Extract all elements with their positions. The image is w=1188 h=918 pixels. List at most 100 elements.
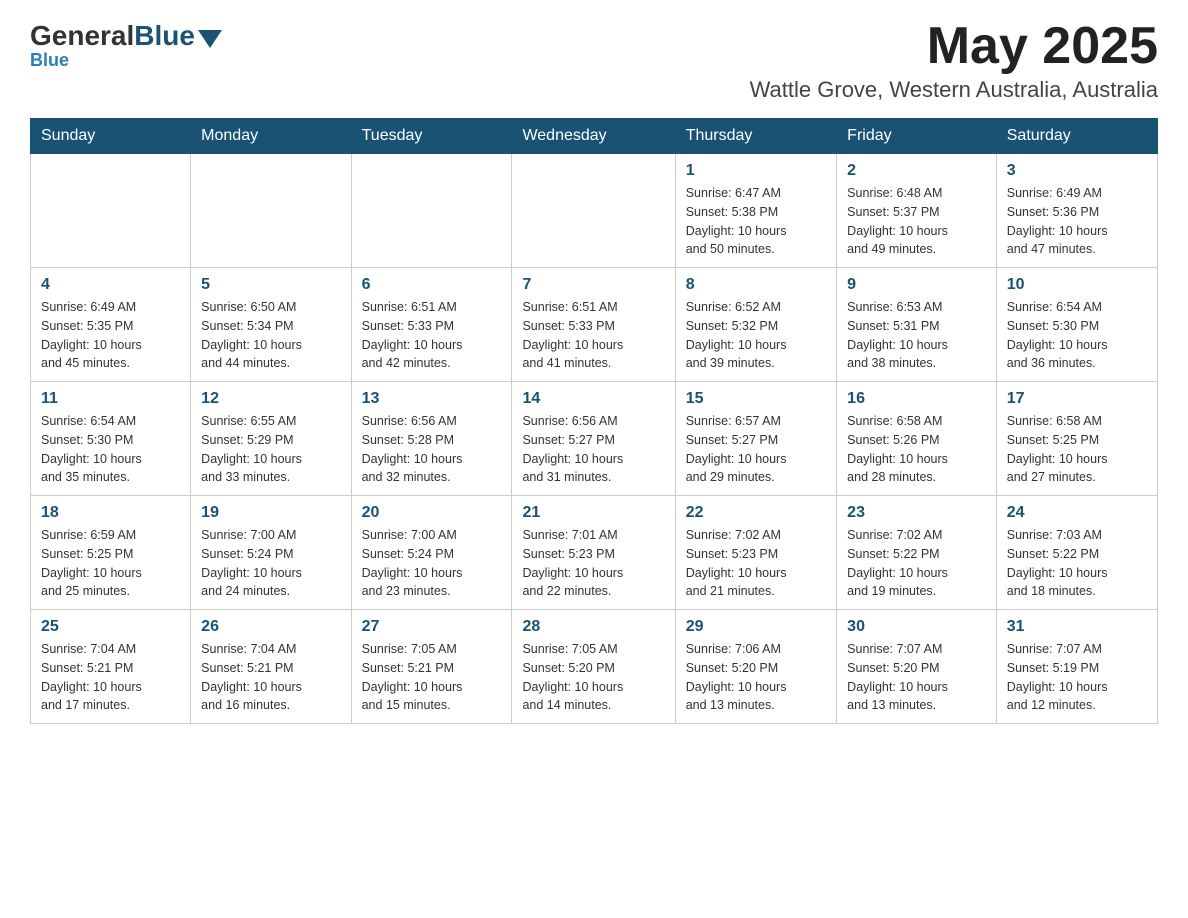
calendar-cell (512, 154, 675, 268)
calendar-cell: 4 Sunrise: 6:49 AMSunset: 5:35 PMDaylight… (31, 268, 191, 382)
day-number: 26 (201, 618, 340, 636)
day-number: 11 (41, 390, 180, 408)
day-info: Sunrise: 6:58 AMSunset: 5:26 PMDaylight:… (847, 412, 986, 487)
col-header-sunday: Sunday (31, 119, 191, 154)
calendar-cell: 9Sunrise: 6:53 AMSunset: 5:31 PMDaylight… (837, 268, 997, 382)
calendar-cell: 27 Sunrise: 7:05 AMSunset: 5:21 PMDayligh… (351, 610, 512, 724)
calendar-cell: 28 Sunrise: 7:05 AMSunset: 5:20 PMDayligh… (512, 610, 675, 724)
calendar-cell (31, 154, 191, 268)
calendar-cell: 10 Sunrise: 6:54 AMSunset: 5:30 PMDayligh… (996, 268, 1157, 382)
day-info: Sunrise: 7:02 AMSunset: 5:22 PMDaylight:… (847, 526, 986, 601)
day-info: Sunrise: 6:51 AMSunset: 5:33 PMDaylight:… (362, 298, 502, 373)
calendar-cell: 13Sunrise: 6:56 AMSunset: 5:28 PMDayligh… (351, 382, 512, 496)
logo-underline-text: Blue (30, 50, 69, 71)
calendar-cell: 2 Sunrise: 6:48 AMSunset: 5:37 PMDaylight… (837, 154, 997, 268)
day-info: Sunrise: 6:50 AMSunset: 5:34 PMDaylight:… (201, 298, 340, 373)
day-number: 28 (522, 618, 664, 636)
day-info: Sunrise: 7:00 AMSunset: 5:24 PMDaylight:… (201, 526, 340, 601)
day-number: 3 (1007, 162, 1147, 180)
page-header: General Blue Blue May 2025 Wattle Grove,… (30, 20, 1158, 103)
week-row-3: 11 Sunrise: 6:54 AMSunset: 5:30 PMDayligh… (31, 382, 1158, 496)
calendar-cell (351, 154, 512, 268)
day-number: 25 (41, 618, 180, 636)
day-number: 8 (686, 276, 826, 294)
day-number: 27 (362, 618, 502, 636)
day-info: Sunrise: 7:03 AMSunset: 5:22 PMDaylight:… (1007, 526, 1147, 601)
day-number: 6 (362, 276, 502, 294)
day-number: 20 (362, 504, 502, 522)
calendar-cell: 16 Sunrise: 6:58 AMSunset: 5:26 PMDayligh… (837, 382, 997, 496)
day-info: Sunrise: 6:54 AMSunset: 5:30 PMDaylight:… (1007, 298, 1147, 373)
calendar-cell (191, 154, 351, 268)
calendar-cell: 1Sunrise: 6:47 AMSunset: 5:38 PMDaylight… (675, 154, 836, 268)
logo: General Blue Blue (30, 20, 222, 71)
day-info: Sunrise: 6:56 AMSunset: 5:27 PMDaylight:… (522, 412, 664, 487)
day-info: Sunrise: 6:49 AMSunset: 5:36 PMDaylight:… (1007, 184, 1147, 259)
day-number: 12 (201, 390, 340, 408)
day-info: Sunrise: 7:00 AMSunset: 5:24 PMDaylight:… (362, 526, 502, 601)
calendar-cell: 15Sunrise: 6:57 AMSunset: 5:27 PMDayligh… (675, 382, 836, 496)
logo-blue-part: Blue (134, 20, 222, 52)
day-number: 7 (522, 276, 664, 294)
day-info: Sunrise: 6:51 AMSunset: 5:33 PMDaylight:… (522, 298, 664, 373)
day-info: Sunrise: 7:04 AMSunset: 5:21 PMDaylight:… (201, 640, 340, 715)
day-number: 18 (41, 504, 180, 522)
day-number: 31 (1007, 618, 1147, 636)
day-info: Sunrise: 7:05 AMSunset: 5:20 PMDaylight:… (522, 640, 664, 715)
logo-blue-text: Blue (134, 20, 195, 52)
day-number: 5 (201, 276, 340, 294)
calendar-cell: 26 Sunrise: 7:04 AMSunset: 5:21 PMDayligh… (191, 610, 351, 724)
day-number: 30 (847, 618, 986, 636)
day-info: Sunrise: 7:02 AMSunset: 5:23 PMDaylight:… (686, 526, 826, 601)
day-info: Sunrise: 7:01 AMSunset: 5:23 PMDaylight:… (522, 526, 664, 601)
day-info: Sunrise: 7:06 AMSunset: 5:20 PMDaylight:… (686, 640, 826, 715)
logo-triangle-icon (198, 30, 222, 48)
week-row-2: 4 Sunrise: 6:49 AMSunset: 5:35 PMDaylight… (31, 268, 1158, 382)
day-info: Sunrise: 6:55 AMSunset: 5:29 PMDaylight:… (201, 412, 340, 487)
day-number: 2 (847, 162, 986, 180)
calendar-cell: 5 Sunrise: 6:50 AMSunset: 5:34 PMDaylight… (191, 268, 351, 382)
calendar-cell: 6 Sunrise: 6:51 AMSunset: 5:33 PMDaylight… (351, 268, 512, 382)
day-number: 19 (201, 504, 340, 522)
week-row-1: 1Sunrise: 6:47 AMSunset: 5:38 PMDaylight… (31, 154, 1158, 268)
calendar-table: SundayMondayTuesdayWednesdayThursdayFrid… (30, 118, 1158, 724)
day-number: 23 (847, 504, 986, 522)
calendar-cell: 29Sunrise: 7:06 AMSunset: 5:20 PMDayligh… (675, 610, 836, 724)
day-info: Sunrise: 6:58 AMSunset: 5:25 PMDaylight:… (1007, 412, 1147, 487)
calendar-cell: 31Sunrise: 7:07 AMSunset: 5:19 PMDayligh… (996, 610, 1157, 724)
day-number: 17 (1007, 390, 1147, 408)
col-header-saturday: Saturday (996, 119, 1157, 154)
day-number: 24 (1007, 504, 1147, 522)
day-info: Sunrise: 6:49 AMSunset: 5:35 PMDaylight:… (41, 298, 180, 373)
calendar-cell: 17 Sunrise: 6:58 AMSunset: 5:25 PMDayligh… (996, 382, 1157, 496)
day-number: 22 (686, 504, 826, 522)
calendar-cell: 21Sunrise: 7:01 AMSunset: 5:23 PMDayligh… (512, 496, 675, 610)
calendar-cell: 24 Sunrise: 7:03 AMSunset: 5:22 PMDayligh… (996, 496, 1157, 610)
day-info: Sunrise: 7:05 AMSunset: 5:21 PMDaylight:… (362, 640, 502, 715)
day-number: 16 (847, 390, 986, 408)
day-info: Sunrise: 7:07 AMSunset: 5:20 PMDaylight:… (847, 640, 986, 715)
day-info: Sunrise: 7:04 AMSunset: 5:21 PMDaylight:… (41, 640, 180, 715)
week-row-4: 18 Sunrise: 6:59 AMSunset: 5:25 PMDayligh… (31, 496, 1158, 610)
logo-general-text: General (30, 20, 134, 52)
day-number: 10 (1007, 276, 1147, 294)
day-info: Sunrise: 6:47 AMSunset: 5:38 PMDaylight:… (686, 184, 826, 259)
day-number: 15 (686, 390, 826, 408)
day-info: Sunrise: 6:48 AMSunset: 5:37 PMDaylight:… (847, 184, 986, 259)
calendar-cell: 3 Sunrise: 6:49 AMSunset: 5:36 PMDaylight… (996, 154, 1157, 268)
week-row-5: 25 Sunrise: 7:04 AMSunset: 5:21 PMDayligh… (31, 610, 1158, 724)
day-number: 13 (362, 390, 502, 408)
calendar-cell: 8 Sunrise: 6:52 AMSunset: 5:32 PMDaylight… (675, 268, 836, 382)
col-header-monday: Monday (191, 119, 351, 154)
col-header-tuesday: Tuesday (351, 119, 512, 154)
calendar-cell: 18 Sunrise: 6:59 AMSunset: 5:25 PMDayligh… (31, 496, 191, 610)
day-info: Sunrise: 6:54 AMSunset: 5:30 PMDaylight:… (41, 412, 180, 487)
calendar-cell: 23 Sunrise: 7:02 AMSunset: 5:22 PMDayligh… (837, 496, 997, 610)
col-header-friday: Friday (837, 119, 997, 154)
location-title: Wattle Grove, Western Australia, Austral… (750, 77, 1158, 103)
calendar-cell: 11 Sunrise: 6:54 AMSunset: 5:30 PMDayligh… (31, 382, 191, 496)
day-number: 4 (41, 276, 180, 294)
calendar-cell: 25 Sunrise: 7:04 AMSunset: 5:21 PMDayligh… (31, 610, 191, 724)
day-info: Sunrise: 6:52 AMSunset: 5:32 PMDaylight:… (686, 298, 826, 373)
day-info: Sunrise: 6:59 AMSunset: 5:25 PMDaylight:… (41, 526, 180, 601)
